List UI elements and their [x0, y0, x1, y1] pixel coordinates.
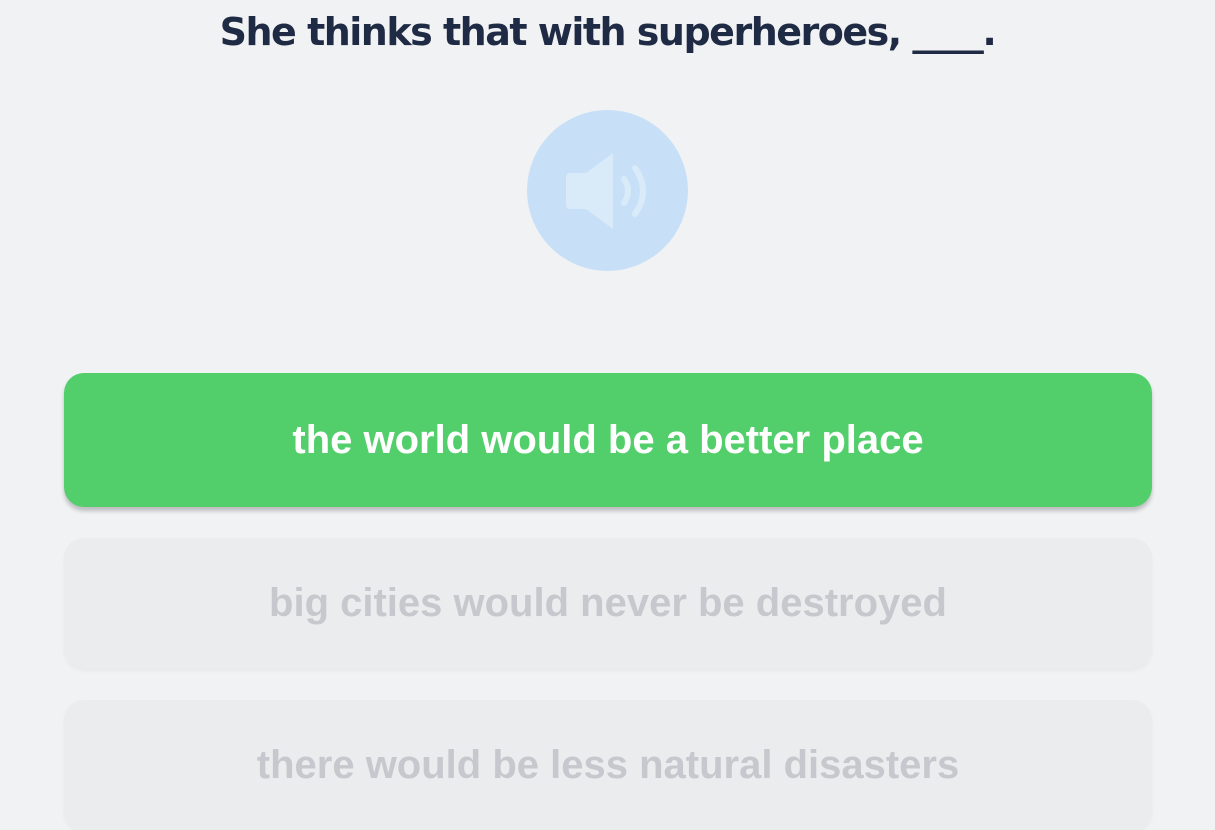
answer-option-label: there would be less natural disasters	[256, 742, 960, 787]
answer-option-label: the world would be a better place	[292, 417, 924, 462]
answer-option-3[interactable]: there would be less natural disasters	[64, 700, 1152, 830]
answer-option-2[interactable]: big cities would never be destroyed	[64, 538, 1152, 668]
play-audio-button[interactable]	[527, 110, 688, 271]
speaker-icon	[565, 152, 646, 229]
answer-option-label: big cities would never be destroyed	[269, 580, 947, 625]
answer-option-1[interactable]: the world would be a better place	[64, 373, 1152, 507]
question-text: She thinks that with superheroes, ____.	[219, 10, 997, 54]
